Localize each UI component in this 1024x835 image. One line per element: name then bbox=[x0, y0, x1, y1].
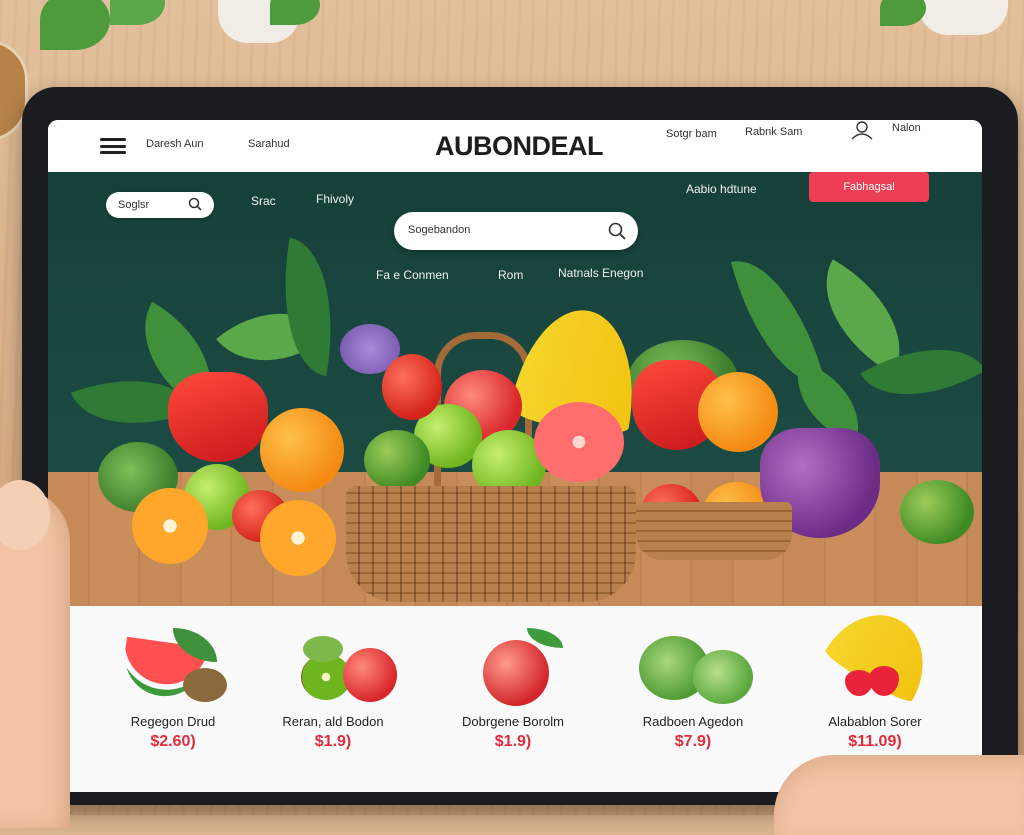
product-name: Radboen Agedon bbox=[642, 714, 744, 729]
hero-link-store[interactable]: Srac bbox=[251, 194, 276, 208]
left-hand bbox=[0, 480, 70, 828]
red-pepper bbox=[168, 372, 268, 462]
plant-pot bbox=[918, 0, 1008, 35]
user-profile-icon[interactable] bbox=[848, 120, 876, 140]
orange bbox=[698, 372, 778, 452]
lime bbox=[900, 480, 974, 544]
promo-text: Aabio hdtune bbox=[686, 182, 757, 196]
cabbage-icon bbox=[633, 628, 753, 708]
orange bbox=[260, 408, 344, 492]
main-search-placeholder: Sogebandon bbox=[408, 224, 471, 236]
product-price: $1.9) bbox=[314, 733, 352, 750]
right-hand bbox=[774, 755, 1024, 835]
product-name: Reran, ald Bodon bbox=[282, 714, 384, 729]
hero-link-fruits[interactable]: Fhivoly bbox=[316, 192, 354, 206]
product-card[interactable]: Reran, ald Bodon $1.9) bbox=[248, 628, 418, 751]
search-icon[interactable] bbox=[608, 222, 626, 245]
product-card[interactable]: Dobrgene Borolm $1.9) bbox=[428, 628, 598, 751]
account-link[interactable]: Nalon bbox=[892, 122, 921, 134]
product-price: $2.60) bbox=[150, 733, 196, 750]
product-price: $7.9) bbox=[674, 733, 712, 750]
category-link-1[interactable]: Fa e Conmen bbox=[376, 268, 449, 282]
product-card[interactable]: Regegon Drud $2.60) bbox=[88, 628, 258, 751]
wicker-basket bbox=[636, 502, 792, 560]
small-search-box[interactable]: Soglsr bbox=[106, 192, 214, 218]
brand-logo[interactable]: AUBONDEAL bbox=[420, 126, 618, 166]
search-icon[interactable] bbox=[188, 197, 202, 216]
brand-name: AUBONDEAL bbox=[435, 131, 604, 161]
banana-strawberry-icon bbox=[815, 595, 944, 708]
product-name: Dobrgene Borolm bbox=[462, 714, 564, 729]
main-search-box[interactable]: Sogebandon bbox=[394, 212, 638, 250]
orange-half bbox=[260, 500, 336, 576]
cta-button[interactable]: Fabhagsal bbox=[809, 172, 929, 202]
apple-icon bbox=[453, 628, 573, 708]
nav-link-daresh[interactable]: Daresh Aun bbox=[146, 138, 203, 150]
nav-link-sarahud[interactable]: Sarahud bbox=[248, 138, 290, 150]
hamburger-menu-icon[interactable] bbox=[100, 138, 126, 154]
tomato bbox=[382, 354, 442, 420]
product-name: Regegon Drud bbox=[130, 714, 216, 729]
lime bbox=[364, 430, 430, 490]
product-name: Alabablon Sorer bbox=[828, 714, 922, 729]
nav-link-rabnk[interactable]: Rabnk Sam bbox=[745, 126, 802, 138]
hero-banner: Soglsr Srac Fhivoly Aabio hdtune Fabhags… bbox=[48, 172, 982, 606]
kiwi-apple-icon bbox=[273, 628, 397, 708]
nav-link-sotgr[interactable]: Sotgr bam bbox=[666, 128, 717, 140]
category-link-2[interactable]: Rom bbox=[498, 268, 523, 282]
small-search-placeholder: Soglsr bbox=[118, 199, 150, 211]
product-card[interactable]: Radboen Agedon $7.9) bbox=[608, 628, 778, 751]
orange-half bbox=[132, 488, 208, 564]
product-price: $1.9) bbox=[494, 733, 532, 750]
watermelon-icon bbox=[113, 628, 233, 708]
wicker-basket bbox=[346, 486, 636, 602]
grapefruit-half bbox=[534, 402, 624, 482]
tablet-screen: Daresh Aun Sarahud AUBONDEAL Sotgr bam R… bbox=[48, 120, 982, 792]
product-price: $11.09) bbox=[848, 733, 902, 750]
category-link-3[interactable]: Natnals Enegon bbox=[558, 266, 643, 280]
product-card[interactable]: Alabablon Sorer $11.09) bbox=[790, 595, 960, 751]
top-navigation: Daresh Aun Sarahud AUBONDEAL Sotgr bam R… bbox=[48, 120, 982, 173]
